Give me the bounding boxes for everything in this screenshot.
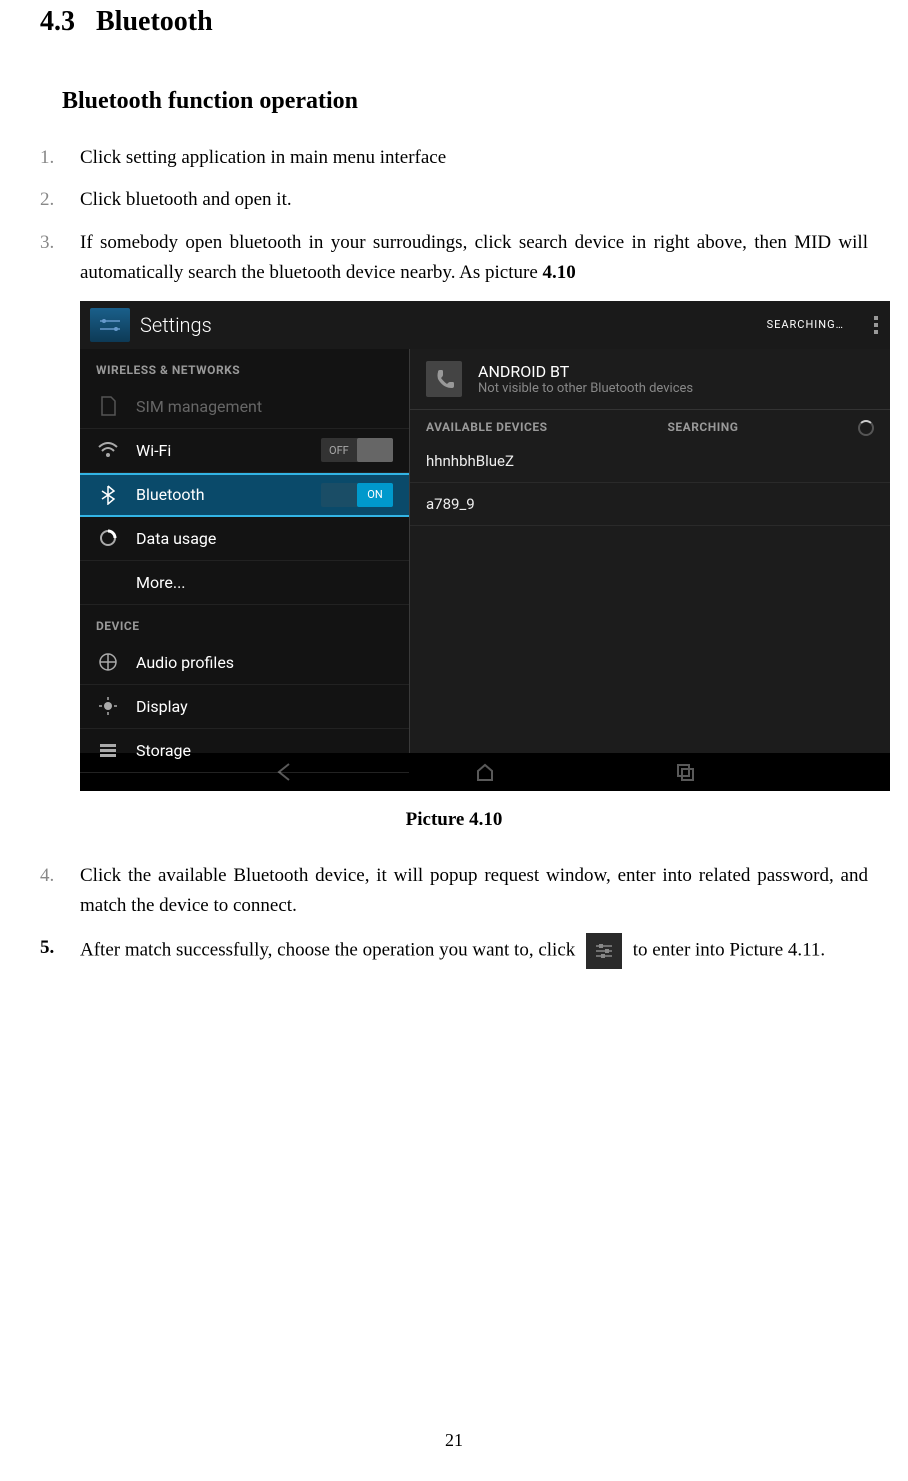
- settings-app-icon: [90, 308, 130, 342]
- step-text: Click setting application in main menu i…: [80, 143, 868, 173]
- this-device-row[interactable]: ANDROID BT Not visible to other Bluetoot…: [410, 349, 890, 410]
- sidebar-item-data-usage[interactable]: Data usage: [80, 517, 409, 561]
- available-device-row[interactable]: a789_9: [410, 483, 890, 526]
- step-1: 1. Click setting application in main men…: [40, 143, 868, 173]
- display-icon: [96, 697, 120, 715]
- available-label: AVAILABLE DEVICES: [426, 420, 548, 434]
- sidebar-item-sim[interactable]: SIM management: [80, 385, 409, 429]
- page-number: 21: [0, 1430, 908, 1451]
- settings-sidebar: WIRELESS & NETWORKS SIM management Wi-Fi…: [80, 349, 410, 753]
- sidebar-item-label: Data usage: [136, 529, 393, 548]
- bluetooth-toggle[interactable]: ON: [321, 483, 393, 507]
- step-number: 3.: [40, 228, 80, 289]
- sidebar-item-label: More...: [136, 573, 393, 592]
- spinner-icon: [858, 420, 874, 436]
- storage-icon: [96, 743, 120, 757]
- step-text: Click bluetooth and open it.: [80, 185, 868, 215]
- section-heading: 4.3 Bluetooth: [40, 6, 868, 38]
- this-device-visibility: Not visible to other Bluetooth devices: [478, 381, 693, 396]
- back-button[interactable]: [275, 762, 295, 782]
- sidebar-item-wifi[interactable]: Wi-Fi OFF: [80, 429, 409, 473]
- recent-apps-button[interactable]: [675, 762, 695, 782]
- wifi-toggle[interactable]: OFF: [321, 438, 393, 462]
- this-device-name: ANDROID BT: [478, 362, 693, 381]
- step-number: 2.: [40, 185, 80, 215]
- sidebar-item-storage[interactable]: Storage: [80, 729, 409, 773]
- sidebar-item-label: Storage: [136, 741, 393, 760]
- searching-label: SEARCHING: [668, 420, 739, 434]
- wifi-icon: [96, 442, 120, 458]
- subsection-heading: Bluetooth function operation: [62, 88, 868, 115]
- sidebar-item-label: Bluetooth: [136, 485, 321, 504]
- step-text: Click the available Bluetooth device, it…: [80, 861, 868, 922]
- bluetooth-icon: [96, 485, 120, 505]
- sidebar-item-label: Audio profiles: [136, 653, 393, 672]
- sidebar-item-bluetooth[interactable]: Bluetooth ON: [80, 473, 409, 517]
- step-5: 5. After match successfully, choose the …: [40, 933, 868, 969]
- section-label-wireless: WIRELESS & NETWORKS: [80, 349, 409, 385]
- overflow-menu-icon[interactable]: [874, 316, 878, 334]
- phone-icon: [426, 361, 462, 397]
- step-text: After match successfully, choose the ope…: [80, 933, 868, 969]
- data-usage-icon: [96, 529, 120, 547]
- home-button[interactable]: [475, 762, 495, 782]
- section-number: 4.3: [40, 6, 75, 37]
- section-label-device: DEVICE: [80, 605, 409, 641]
- sidebar-item-display[interactable]: Display: [80, 685, 409, 729]
- step-4: 4. Click the available Bluetooth device,…: [40, 861, 868, 922]
- sidebar-item-audio[interactable]: Audio profiles: [80, 641, 409, 685]
- app-header: Settings SEARCHING…: [80, 301, 890, 349]
- audio-icon: [96, 653, 120, 671]
- step-text: If somebody open bluetooth in your surro…: [80, 228, 868, 289]
- steps-list-continued: 4. Click the available Bluetooth device,…: [40, 861, 868, 970]
- device-name: a789_9: [426, 495, 475, 513]
- section-title: Bluetooth: [96, 6, 213, 37]
- sliders-icon: [586, 933, 622, 969]
- bluetooth-settings-screenshot: Settings SEARCHING… WIRELESS & NETWORKS …: [80, 301, 890, 791]
- bluetooth-main-panel: ANDROID BT Not visible to other Bluetoot…: [410, 349, 890, 753]
- step-number: 4.: [40, 861, 80, 922]
- sidebar-item-more[interactable]: More...: [80, 561, 409, 605]
- sidebar-item-label: Display: [136, 697, 393, 716]
- figure-caption: Picture 4.10: [40, 809, 868, 831]
- available-devices-header: AVAILABLE DEVICES SEARCHING: [410, 410, 890, 440]
- sidebar-item-label: SIM management: [136, 397, 393, 416]
- device-name: hhnhbhBlueZ: [426, 452, 514, 470]
- sidebar-item-label: Wi-Fi: [136, 441, 321, 460]
- step-number: 1.: [40, 143, 80, 173]
- step-2: 2. Click bluetooth and open it.: [40, 185, 868, 215]
- sim-icon: [96, 396, 120, 416]
- steps-list: 1. Click setting application in main men…: [40, 143, 868, 289]
- available-device-row[interactable]: hhnhbhBlueZ: [410, 440, 890, 483]
- app-title: Settings: [140, 313, 212, 337]
- searching-status: SEARCHING…: [767, 318, 844, 331]
- step-3: 3. If somebody open bluetooth in your su…: [40, 228, 868, 289]
- step-number: 5.: [40, 933, 80, 969]
